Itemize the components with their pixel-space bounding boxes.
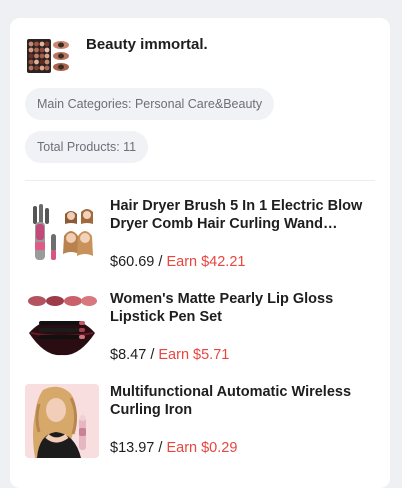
price-separator: / [158,440,163,456]
price-separator: / [150,347,155,363]
lipstick-set-icon [25,291,99,365]
main-categories-chip[interactable]: Main Categories: Personal Care&Beauty [25,88,275,120]
product-title[interactable]: Multifunctional Automatic Wireless Curli… [110,384,372,419]
product-price-line: $60.69 / Earn $42.21 [110,254,245,270]
store-name: Beauty immortal. [86,36,208,53]
product-price-line: $8.47 / Earn $5.71 [110,347,229,363]
divider [25,180,375,181]
eyeshadow-palette-icon [26,36,70,76]
product-earn: Earn $42.21 [166,254,246,270]
product-price: $8.47 [110,347,147,363]
hair-dryer-brush-icon [25,198,99,272]
product-earn: Earn $0.29 [166,440,238,456]
product-title[interactable]: Hair Dryer Brush 5 In 1 Electric Blow Dr… [110,198,372,233]
product-price: $13.97 [110,440,155,456]
product-price-line: $13.97 / Earn $0.29 [110,440,237,456]
product-earn: Earn $5.71 [158,347,230,363]
store-card: Beauty immortal. Main Categories: Person… [10,18,390,488]
curling-iron-icon [25,384,99,458]
product-title[interactable]: Women's Matte Pearly Lip Gloss Lipstick … [110,291,372,326]
product-price: $60.69 [110,254,155,270]
product-item[interactable]: Hair Dryer Brush 5 In 1 Electric Blow Dr… [25,198,375,272]
price-separator: / [158,254,163,270]
product-item[interactable]: Women's Matte Pearly Lip Gloss Lipstick … [25,291,375,365]
total-products-chip[interactable]: Total Products: 11 [25,131,149,163]
product-item[interactable]: Multifunctional Automatic Wireless Curli… [25,384,375,458]
store-header[interactable]: Beauty immortal. [26,36,208,76]
